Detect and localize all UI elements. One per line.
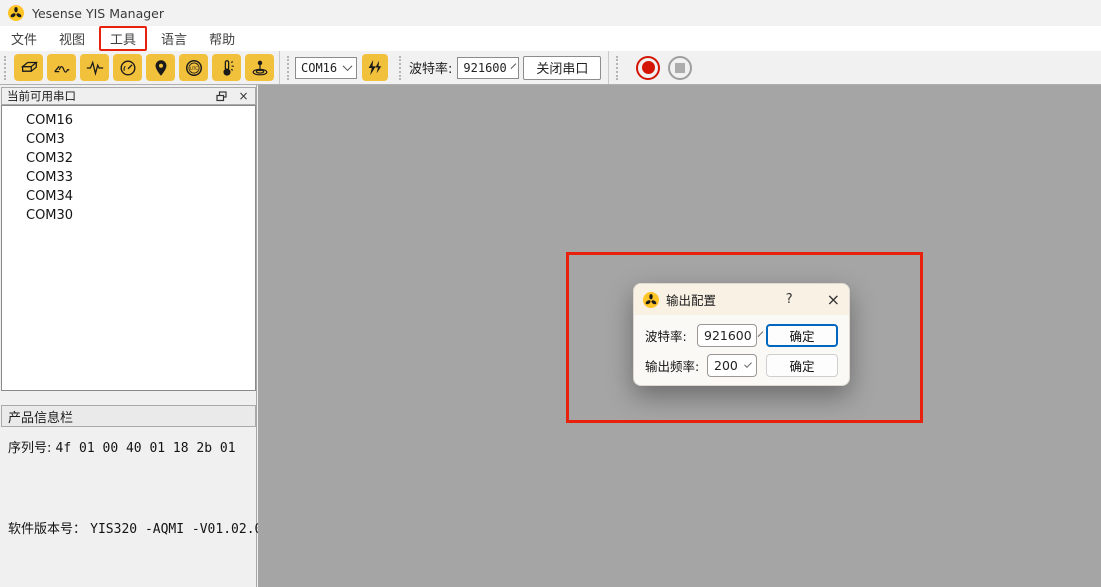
window-title: Yesense YIS Manager [32, 6, 164, 21]
tool-temperature-button[interactable] [212, 54, 241, 81]
software-version-line: 软件版本号： YIS320 -AQMI -V01.02.03; [8, 518, 278, 537]
toolbar-drag-handle[interactable] [399, 56, 402, 80]
dialog-close-button[interactable]: × [827, 292, 840, 308]
close-serial-port-button[interactable]: 关闭串口 [523, 56, 601, 80]
utc-clock-icon: UTC [184, 58, 204, 78]
dialog-baud-ok-button[interactable]: 确定 [766, 324, 838, 347]
dialog-titlebar: 输出配置 ? × [634, 284, 849, 315]
baud-rate-select[interactable]: 921600 [457, 57, 519, 79]
record-button[interactable] [636, 56, 660, 80]
dialog-rate-label: 输出频率: [645, 356, 699, 375]
tool-dashboard-button[interactable] [113, 54, 142, 81]
serial-number-label: 序列号: [8, 441, 51, 456]
tool-utc-time-button[interactable]: UTC [179, 54, 208, 81]
baud-rate-row: 波特率: 921600 确定 [645, 324, 838, 347]
available-ports-list: COM16 COM3 COM32 COM33 COM34 COM30 [1, 105, 256, 391]
product-info-title: 产品信息栏 [8, 407, 73, 426]
serial-number-line: 序列号: 4f 01 00 40 01 18 2b 01 [8, 437, 236, 456]
close-panel-icon[interactable]: × [237, 90, 250, 103]
serial-port-panel: 当前可用串口 × COM16 COM3 COM32 COM33 COM34 CO… [0, 85, 257, 587]
location-pin-icon [151, 58, 171, 78]
chevron-down-icon [744, 360, 752, 368]
record-icon [642, 61, 655, 74]
output-config-dialog: 输出配置 ? × 波特率: 921600 确定 输出频率: 200 确定 [633, 283, 850, 386]
baud-rate-value: 921600 [463, 61, 506, 75]
serial-panel-header: 当前可用串口 × [1, 87, 256, 105]
dialog-rate-value: 200 [714, 358, 738, 373]
stop-button[interactable] [668, 56, 692, 80]
port-list-item[interactable]: COM16 [2, 111, 255, 130]
output-rate-row: 输出频率: 200 确定 [645, 354, 838, 377]
dialog-help-button[interactable]: ? [786, 292, 793, 307]
menu-file[interactable]: 文件 [0, 27, 48, 50]
toolbar-drag-handle[interactable] [4, 56, 7, 80]
yesense-logo-icon [643, 292, 659, 308]
toolbar-drag-handle[interactable] [616, 56, 619, 80]
float-window-icon[interactable] [215, 90, 228, 103]
tool-gps-button[interactable] [146, 54, 175, 81]
com-port-select[interactable]: COM16 [295, 57, 357, 79]
port-list-item[interactable]: COM30 [2, 206, 255, 225]
port-list-item[interactable]: COM33 [2, 168, 255, 187]
tool-3d-view-button[interactable] [14, 54, 43, 81]
toolbar-drag-handle[interactable] [287, 56, 290, 80]
gauge-icon [118, 58, 138, 78]
port-list-item[interactable]: COM34 [2, 187, 255, 206]
menu-view[interactable]: 视图 [48, 27, 96, 50]
dialog-body: 波特率: 921600 确定 输出频率: 200 确定 [634, 315, 849, 377]
serial-number-value: 4f 01 00 40 01 18 2b 01 [56, 441, 236, 456]
product-info-header: 产品信息栏 [1, 405, 256, 427]
tool-angle-curve-button[interactable] [47, 54, 76, 81]
menu-bar: 文件 视图 工具 语言 帮助 [0, 26, 1101, 51]
app-logo-icon [8, 5, 24, 21]
software-version-value: YIS320 -AQMI -V01.02.03; [90, 522, 278, 537]
software-version-label: 软件版本号： [8, 522, 86, 537]
toolbar: UTC COM16 [0, 51, 1101, 85]
baud-rate-label: 波特率: [409, 58, 452, 77]
svg-text:UTC: UTC [189, 65, 197, 70]
tool-waveform-button[interactable] [80, 54, 109, 81]
dialog-rate-ok-button[interactable]: 确定 [766, 354, 838, 377]
waveform-icon [85, 58, 105, 78]
chevron-down-icon [757, 331, 763, 337]
toolbar-separator [608, 51, 609, 84]
double-lightning-icon [366, 59, 384, 77]
menu-tools[interactable]: 工具 [99, 26, 147, 51]
dialog-rate-select[interactable]: 200 [707, 354, 757, 377]
dialog-baud-label: 波特率: [645, 326, 687, 345]
gyro-base-icon [250, 58, 270, 78]
com-port-value: COM16 [301, 61, 337, 75]
serial-panel-title: 当前可用串口 [7, 88, 76, 104]
port-list-item[interactable]: COM3 [2, 130, 255, 149]
tool-inertial-sensor-button[interactable] [245, 54, 274, 81]
dialog-title: 输出配置 [666, 290, 779, 309]
port-list-item[interactable]: COM32 [2, 149, 255, 168]
stop-icon [675, 63, 685, 73]
chevron-down-icon [343, 61, 353, 71]
window-titlebar: Yesense YIS Manager [0, 0, 1101, 26]
thermometer-icon [217, 58, 237, 78]
menu-help[interactable]: 帮助 [198, 27, 246, 50]
menu-language[interactable]: 语言 [150, 27, 198, 50]
cube-3d-icon [19, 58, 39, 78]
dialog-baud-value: 921600 [704, 328, 752, 343]
refresh-ports-button[interactable] [362, 54, 388, 81]
toolbar-separator [279, 51, 280, 84]
dialog-baud-select[interactable]: 921600 [697, 324, 757, 347]
chevron-down-icon [510, 63, 516, 69]
angle-wave-icon [52, 58, 72, 78]
